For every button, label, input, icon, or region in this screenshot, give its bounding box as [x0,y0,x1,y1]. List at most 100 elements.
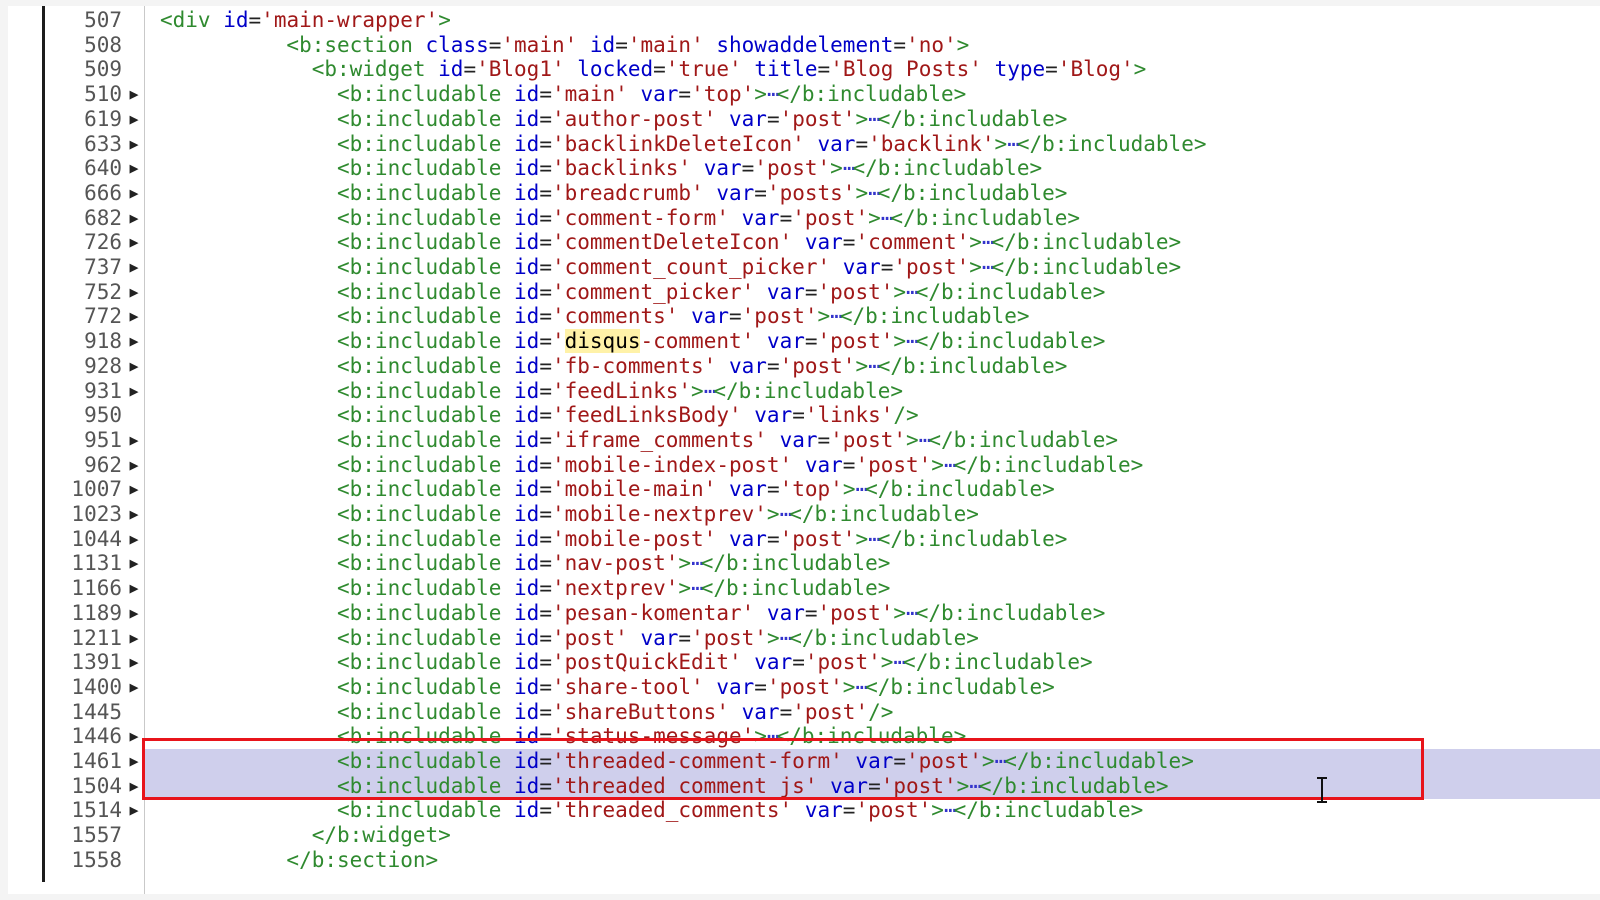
fold-arrow-icon[interactable]: ▶ [125,428,143,452]
fold-arrow-icon[interactable]: ▶ [125,255,143,279]
folded-ellipsis-icon[interactable]: ⋯ [691,551,704,575]
fold-arrow-icon[interactable]: ▶ [125,551,143,575]
code-token: <b:includable [160,650,515,675]
code-line[interactable]: 1558 </b:section> [8,848,1600,872]
fold-arrow-icon[interactable]: ▶ [125,280,143,304]
fold-arrow-icon[interactable]: ▶ [125,749,143,773]
fold-arrow-icon[interactable]: ▶ [125,626,143,650]
code-line[interactable]: 931 ▶ <b:includable id='feedLinks'>⋯</b:i… [8,379,1600,403]
folded-ellipsis-icon[interactable]: ⋯ [855,477,868,501]
code-token: = [842,230,856,255]
folded-ellipsis-icon[interactable]: ⋯ [1007,132,1020,156]
fold-arrow-icon[interactable]: ▶ [125,304,143,328]
fold-arrow-icon[interactable]: ▶ [125,576,143,600]
folded-ellipsis-icon[interactable]: ⋯ [868,181,881,205]
code-line[interactable]: 1023 ▶ <b:includable id='mobile-nextprev'… [8,502,1600,526]
folded-ellipsis-icon[interactable]: ⋯ [906,601,919,625]
line-number: 962 [84,452,122,477]
fold-arrow-icon[interactable]: ▶ [125,354,143,378]
code-line[interactable]: 1007 ▶ <b:includable id='mobile-main' var… [8,477,1600,501]
code-line[interactable]: 507 <div id='main-wrapper'> [8,8,1600,32]
code-line[interactable]: 619 ▶ <b:includable id='author-post' var=… [8,107,1600,131]
fold-arrow-icon[interactable]: ▶ [125,107,143,131]
fold-arrow-icon[interactable]: ▶ [125,650,143,674]
fold-arrow-icon[interactable]: ▶ [125,798,143,822]
fold-arrow-icon[interactable]: ▶ [125,675,143,699]
code-line[interactable]: 1391 ▶ <b:includable id='postQuickEdit' v… [8,650,1600,674]
code-token: 'post' [779,526,856,551]
code-line[interactable]: 928 ▶ <b:includable id='fb-comments' var=… [8,354,1600,378]
fold-arrow-icon[interactable]: ▶ [125,502,143,526]
code-line[interactable]: 1189 ▶ <b:includable id='pesan-komentar' … [8,601,1600,625]
code-token: var [754,403,793,428]
fold-arrow-icon[interactable]: ▶ [125,379,143,403]
code-token: = [779,205,793,230]
folded-ellipsis-icon[interactable]: ⋯ [767,82,780,106]
code-line[interactable]: 726 ▶ <b:includable id='commentDeleteIcon… [8,230,1600,254]
fold-arrow-icon[interactable]: ▶ [125,206,143,230]
code-line[interactable]: 752 ▶ <b:includable id='comment_picker' v… [8,280,1600,304]
code-line[interactable]: 772 ▶ <b:includable id='comments' var='po… [8,304,1600,328]
fold-arrow-icon[interactable]: ▶ [125,156,143,180]
folded-ellipsis-icon[interactable]: ⋯ [919,428,932,452]
code-token: id [514,674,540,699]
folded-ellipsis-icon[interactable]: ⋯ [982,230,995,254]
code-line[interactable]: 1514 ▶ <b:includable id='threaded_comment… [8,798,1600,822]
fold-arrow-icon[interactable]: ▶ [125,601,143,625]
code-line[interactable]: 510 ▶ <b:includable id='main' var='top'>⋯… [8,82,1600,106]
code-line[interactable]: 508 <b:section class='main' id='main' sh… [8,33,1600,57]
folded-ellipsis-icon[interactable]: ⋯ [893,650,906,674]
folded-ellipsis-icon[interactable]: ⋯ [780,502,793,526]
code-line[interactable]: 1557 </b:widget> [8,823,1600,847]
code-line[interactable]: 1131 ▶ <b:includable id='nav-post'>⋯</b:i… [8,551,1600,575]
code-line[interactable]: 1044 ▶ <b:includable id='mobile-post' var… [8,527,1600,551]
code-token: showaddelement [716,32,894,57]
folded-ellipsis-icon[interactable]: ⋯ [906,329,919,353]
code-token: = [539,427,552,452]
code-line[interactable]: 1445 <b:includable id='shareButtons' var… [8,700,1600,724]
code-line[interactable]: 1211 ▶ <b:includable id='post' var='post'… [8,626,1600,650]
folded-ellipsis-icon[interactable]: ⋯ [906,280,919,304]
folded-ellipsis-icon[interactable]: ⋯ [944,798,957,822]
code-line[interactable]: 682 ▶ <b:includable id='comment-form' var… [8,206,1600,230]
fold-arrow-icon[interactable]: ▶ [125,774,143,798]
code-text: <b:includable id='iframe_comments' var='… [160,428,1118,452]
code-line[interactable]: 950 <b:includable id='feedLinksBody' var… [8,403,1600,427]
folded-ellipsis-icon[interactable]: ⋯ [691,576,704,600]
code-line[interactable]: 1400 ▶ <b:includable id='share-tool' var=… [8,675,1600,699]
fold-arrow-icon[interactable]: ▶ [125,329,143,353]
folded-ellipsis-icon[interactable]: ⋯ [855,675,868,699]
code-line[interactable]: 666 ▶ <b:includable id='breadcrumb' var='… [8,181,1600,205]
fold-arrow-icon[interactable]: ▶ [125,82,143,106]
folded-ellipsis-icon[interactable]: ⋯ [944,453,957,477]
folded-ellipsis-icon[interactable]: ⋯ [868,527,881,551]
fold-arrow-icon[interactable]: ▶ [125,181,143,205]
folded-ellipsis-icon[interactable]: ⋯ [704,379,717,403]
code-line[interactable]: 633 ▶ <b:includable id='backlinkDeleteIco… [8,132,1600,156]
code-line[interactable]: 1166 ▶ <b:includable id='nextprev'>⋯</b:i… [8,576,1600,600]
code-token: 'post' [551,625,628,650]
fold-arrow-icon[interactable]: ▶ [125,230,143,254]
fold-arrow-icon[interactable]: ▶ [125,132,143,156]
code-text: <b:includable id='shareButtons' var='pos… [160,700,893,724]
code-line[interactable]: 737 ▶ <b:includable id='comment_count_pic… [8,255,1600,279]
folded-ellipsis-icon[interactable]: ⋯ [982,255,995,279]
code-line[interactable]: 509 <b:widget id='Blog1' locked='true' t… [8,57,1600,81]
code-line[interactable]: 918 ▶ <b:includable id='disqus-comment' v… [8,329,1600,354]
code-line[interactable]: 962 ▶ <b:includable id='mobile-index-post… [8,453,1600,477]
fold-arrow-icon[interactable]: ▶ [125,527,143,551]
folded-ellipsis-icon[interactable]: ⋯ [780,626,793,650]
code-line[interactable]: 951 ▶ <b:includable id='iframe_comments' … [8,428,1600,452]
code-token: = [678,625,692,650]
fold-arrow-icon[interactable]: ▶ [125,724,143,748]
folded-ellipsis-icon[interactable]: ⋯ [881,206,894,230]
code-line[interactable]: 640 ▶ <b:includable id='backlinks' var='p… [8,156,1600,180]
folded-ellipsis-icon[interactable]: ⋯ [830,304,843,328]
fold-arrow-icon[interactable]: ▶ [125,453,143,477]
fold-arrow-icon[interactable]: ▶ [125,477,143,501]
folded-ellipsis-icon[interactable]: ⋯ [868,354,881,378]
folded-ellipsis-icon[interactable]: ⋯ [868,107,881,131]
